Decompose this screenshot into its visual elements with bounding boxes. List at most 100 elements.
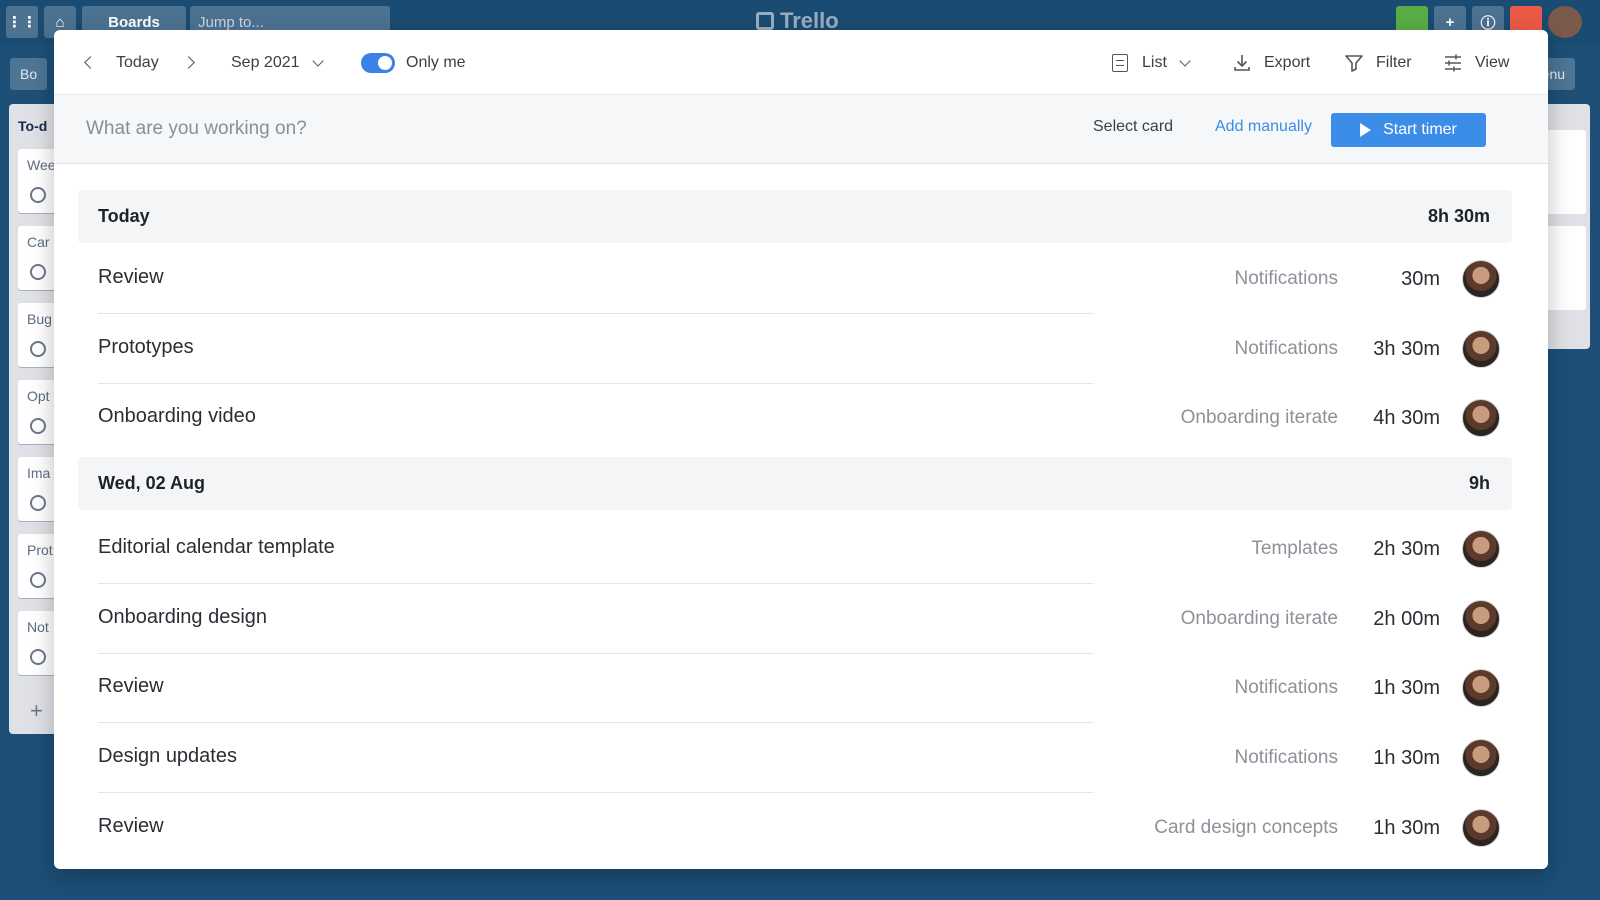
board-card-title: Wee	[27, 157, 56, 173]
entry-duration: 3h 30m	[1373, 338, 1440, 360]
report-toolbar: Today Sep 2021 Only me List Export Filte…	[54, 30, 1548, 95]
add-manually-button[interactable]: Add manually	[1215, 118, 1312, 136]
chevron-down-icon	[1179, 54, 1191, 67]
time-entry-row[interactable]: Onboarding design Onboarding iterate 2h …	[78, 584, 1512, 654]
list-view-select[interactable]: List	[1112, 30, 1191, 95]
group-total: 8h 30m	[1427, 206, 1490, 226]
entry-project: Notifications	[1234, 338, 1339, 359]
time-entry-row[interactable]: Onboarding video Onboarding iterate 4h 3…	[78, 383, 1512, 453]
group-total: 9h	[1468, 473, 1490, 493]
board-menu-left[interactable]: Bo	[10, 58, 48, 90]
time-entry-row[interactable]: Review Card design concepts 1h 30m	[78, 793, 1512, 863]
view-label: View	[1475, 53, 1510, 71]
entry-title: Design updates	[98, 745, 237, 767]
member-avatar	[1462, 600, 1500, 638]
entry-project: Onboarding iterate	[1180, 407, 1338, 428]
entry-project: Notifications	[1234, 268, 1339, 289]
export-button[interactable]: Export	[1232, 30, 1310, 95]
day-group-header: Wed, 02 Aug 9h	[78, 457, 1512, 510]
today-label: Today	[116, 53, 159, 71]
member-avatar	[1462, 809, 1500, 847]
boards-label: Boards	[108, 13, 160, 31]
member-avatar	[1462, 530, 1500, 568]
entry-duration: 1h 30m	[1373, 817, 1440, 839]
add-card-icon[interactable]: +	[30, 698, 43, 724]
board-list-title: To-d	[18, 118, 48, 134]
entry-duration: 2h 30m	[1373, 538, 1440, 560]
entry-duration: 1h 30m	[1373, 747, 1440, 769]
clock-icon	[30, 187, 46, 203]
clock-icon	[30, 649, 46, 665]
task-description-input[interactable]	[86, 115, 786, 143]
play-icon	[1360, 123, 1372, 137]
prev-period-button[interactable]	[84, 30, 97, 95]
member-avatar	[1462, 669, 1500, 707]
view-button[interactable]: View	[1443, 30, 1509, 95]
filter-icon	[1345, 54, 1363, 72]
time-entry-row[interactable]: Prototypes Notifications 3h 30m	[78, 314, 1512, 384]
entry-title: Editorial calendar template	[98, 536, 335, 558]
clock-icon	[30, 264, 46, 280]
entry-duration: 2h 00m	[1373, 608, 1440, 630]
member-avatar	[1462, 739, 1500, 777]
board-left-label: Bo	[20, 66, 38, 82]
time-entry-row[interactable]: Editorial calendar template Templates 2h…	[78, 514, 1512, 584]
board-card-title: Ima	[27, 465, 51, 481]
entry-project: Templates	[1251, 538, 1338, 559]
only-me-label: Only me	[406, 53, 466, 71]
download-icon	[1234, 54, 1250, 71]
clock-icon	[30, 572, 46, 588]
user-avatar[interactable]	[1548, 6, 1582, 38]
entry-project: Notifications	[1234, 747, 1339, 768]
entry-project: Onboarding iterate	[1180, 608, 1338, 629]
chevron-right-icon	[182, 56, 195, 69]
board-card-title: Not	[27, 619, 49, 635]
board-card-title: Prot	[27, 542, 53, 558]
member-avatar	[1462, 330, 1500, 368]
timer-bar: Select card Add manually Start timer	[54, 95, 1548, 164]
clock-icon	[30, 418, 46, 434]
clock-icon	[30, 341, 46, 357]
filter-button[interactable]: Filter	[1344, 30, 1412, 95]
toggle-switch[interactable]	[361, 52, 395, 73]
only-me-toggle[interactable]: Only me	[361, 30, 466, 95]
entry-title: Prototypes	[98, 336, 194, 358]
entry-title: Onboarding video	[98, 405, 256, 427]
group-date: Today	[98, 206, 150, 226]
time-entry-row[interactable]: Review Notifications 1h 30m	[78, 653, 1512, 723]
month-select[interactable]: Sep 2021	[231, 30, 324, 95]
board-card-title: Opt	[27, 388, 50, 404]
board-card-title: Bug	[27, 311, 52, 327]
entry-duration: 1h 30m	[1373, 677, 1440, 699]
day-group-header: Today 8h 30m	[78, 190, 1512, 243]
entry-title: Review	[98, 815, 164, 837]
export-label: Export	[1264, 53, 1311, 71]
today-button[interactable]: Today	[116, 30, 159, 95]
entry-duration: 30m	[1401, 268, 1440, 290]
member-avatar	[1462, 260, 1500, 298]
entry-project: Card design concepts	[1154, 817, 1338, 838]
month-label: Sep 2021	[231, 53, 300, 71]
group-date: Wed, 02 Aug	[98, 473, 206, 493]
start-timer-button[interactable]: Start timer	[1331, 113, 1486, 147]
chevron-down-icon	[311, 54, 324, 67]
board-card-title: Car	[27, 234, 50, 250]
chevron-left-icon	[84, 56, 97, 69]
start-timer-label: Start timer	[1383, 121, 1457, 138]
time-entry-row[interactable]: Review Notifications 30m	[78, 244, 1512, 314]
entry-title: Onboarding design	[98, 606, 268, 628]
entry-title: Review	[98, 675, 164, 697]
time-tracking-modal: Today Sep 2021 Only me List Export Filte…	[54, 30, 1548, 869]
entry-project: Notifications	[1234, 677, 1339, 698]
trello-logo-icon	[756, 12, 774, 30]
sliders-icon	[1445, 54, 1461, 71]
clock-icon	[30, 495, 46, 511]
time-entry-row[interactable]: Design updates Notifications 1h 30m	[78, 723, 1512, 793]
entry-duration: 4h 30m	[1373, 407, 1440, 429]
next-period-button[interactable]	[182, 30, 195, 95]
jump-to-placeholder: Jump to...	[198, 13, 264, 31]
list-icon	[1112, 53, 1128, 72]
entry-title: Review	[98, 266, 164, 288]
apps-grid-icon[interactable]: ⋮⋮	[6, 6, 38, 38]
select-card-button[interactable]: Select card	[1093, 118, 1173, 136]
